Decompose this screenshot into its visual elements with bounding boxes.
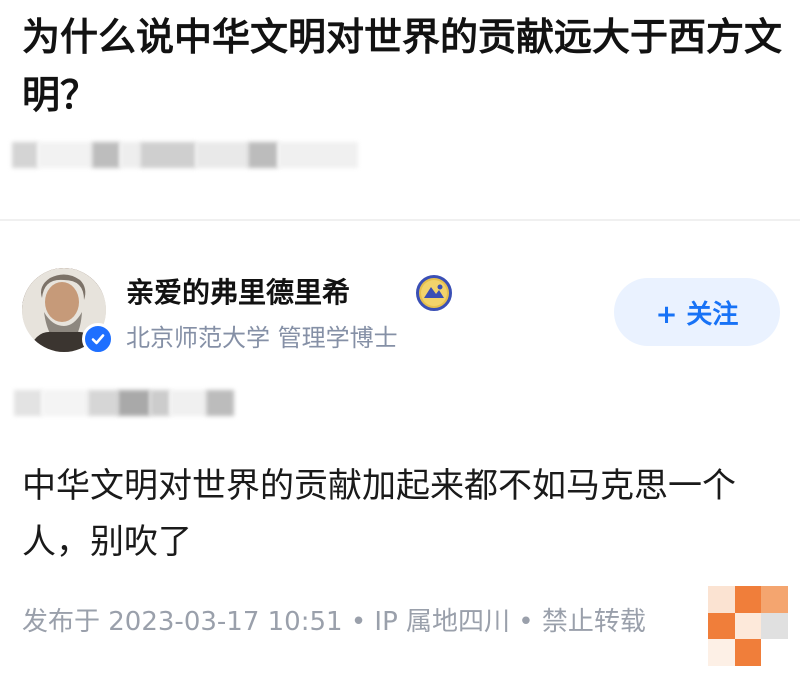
creator-badge-icon <box>421 280 447 306</box>
blurred-answer-stats <box>14 390 234 416</box>
mosaic-tile <box>734 639 762 666</box>
author-name[interactable]: 亲爱的弗里德里希 <box>126 273 350 313</box>
mosaic-tile <box>761 612 788 640</box>
verified-badge <box>82 323 114 355</box>
section-separator <box>0 219 800 221</box>
footer-meta: 发布于 2023-03-17 10:51 • IP 属地四川 • 禁止转载 <box>22 607 646 637</box>
mosaic-tile <box>708 612 735 640</box>
mosaic-tile <box>708 639 735 666</box>
answer-content: 中华文明对世界的贡献加起来都不如马克思一个人，别吹了 <box>22 466 736 562</box>
avatar[interactable] <box>22 268 114 355</box>
creator-badge[interactable] <box>416 275 452 311</box>
question-title[interactable]: 为什么说中华文明对世界的贡献远大于西方文明？ <box>22 8 782 124</box>
verified-check-icon <box>91 334 105 345</box>
follow-button[interactable]: + 关注 <box>614 278 780 346</box>
mosaic-watermark <box>708 586 788 666</box>
mosaic-tile <box>761 586 788 613</box>
blurred-question-stats <box>12 142 358 168</box>
mosaic-tile <box>734 586 762 613</box>
author-bio: 北京师范大学 管理学博士 <box>126 324 398 352</box>
mosaic-tile <box>734 612 762 640</box>
mosaic-tile <box>761 639 788 666</box>
mosaic-tile <box>708 586 735 613</box>
